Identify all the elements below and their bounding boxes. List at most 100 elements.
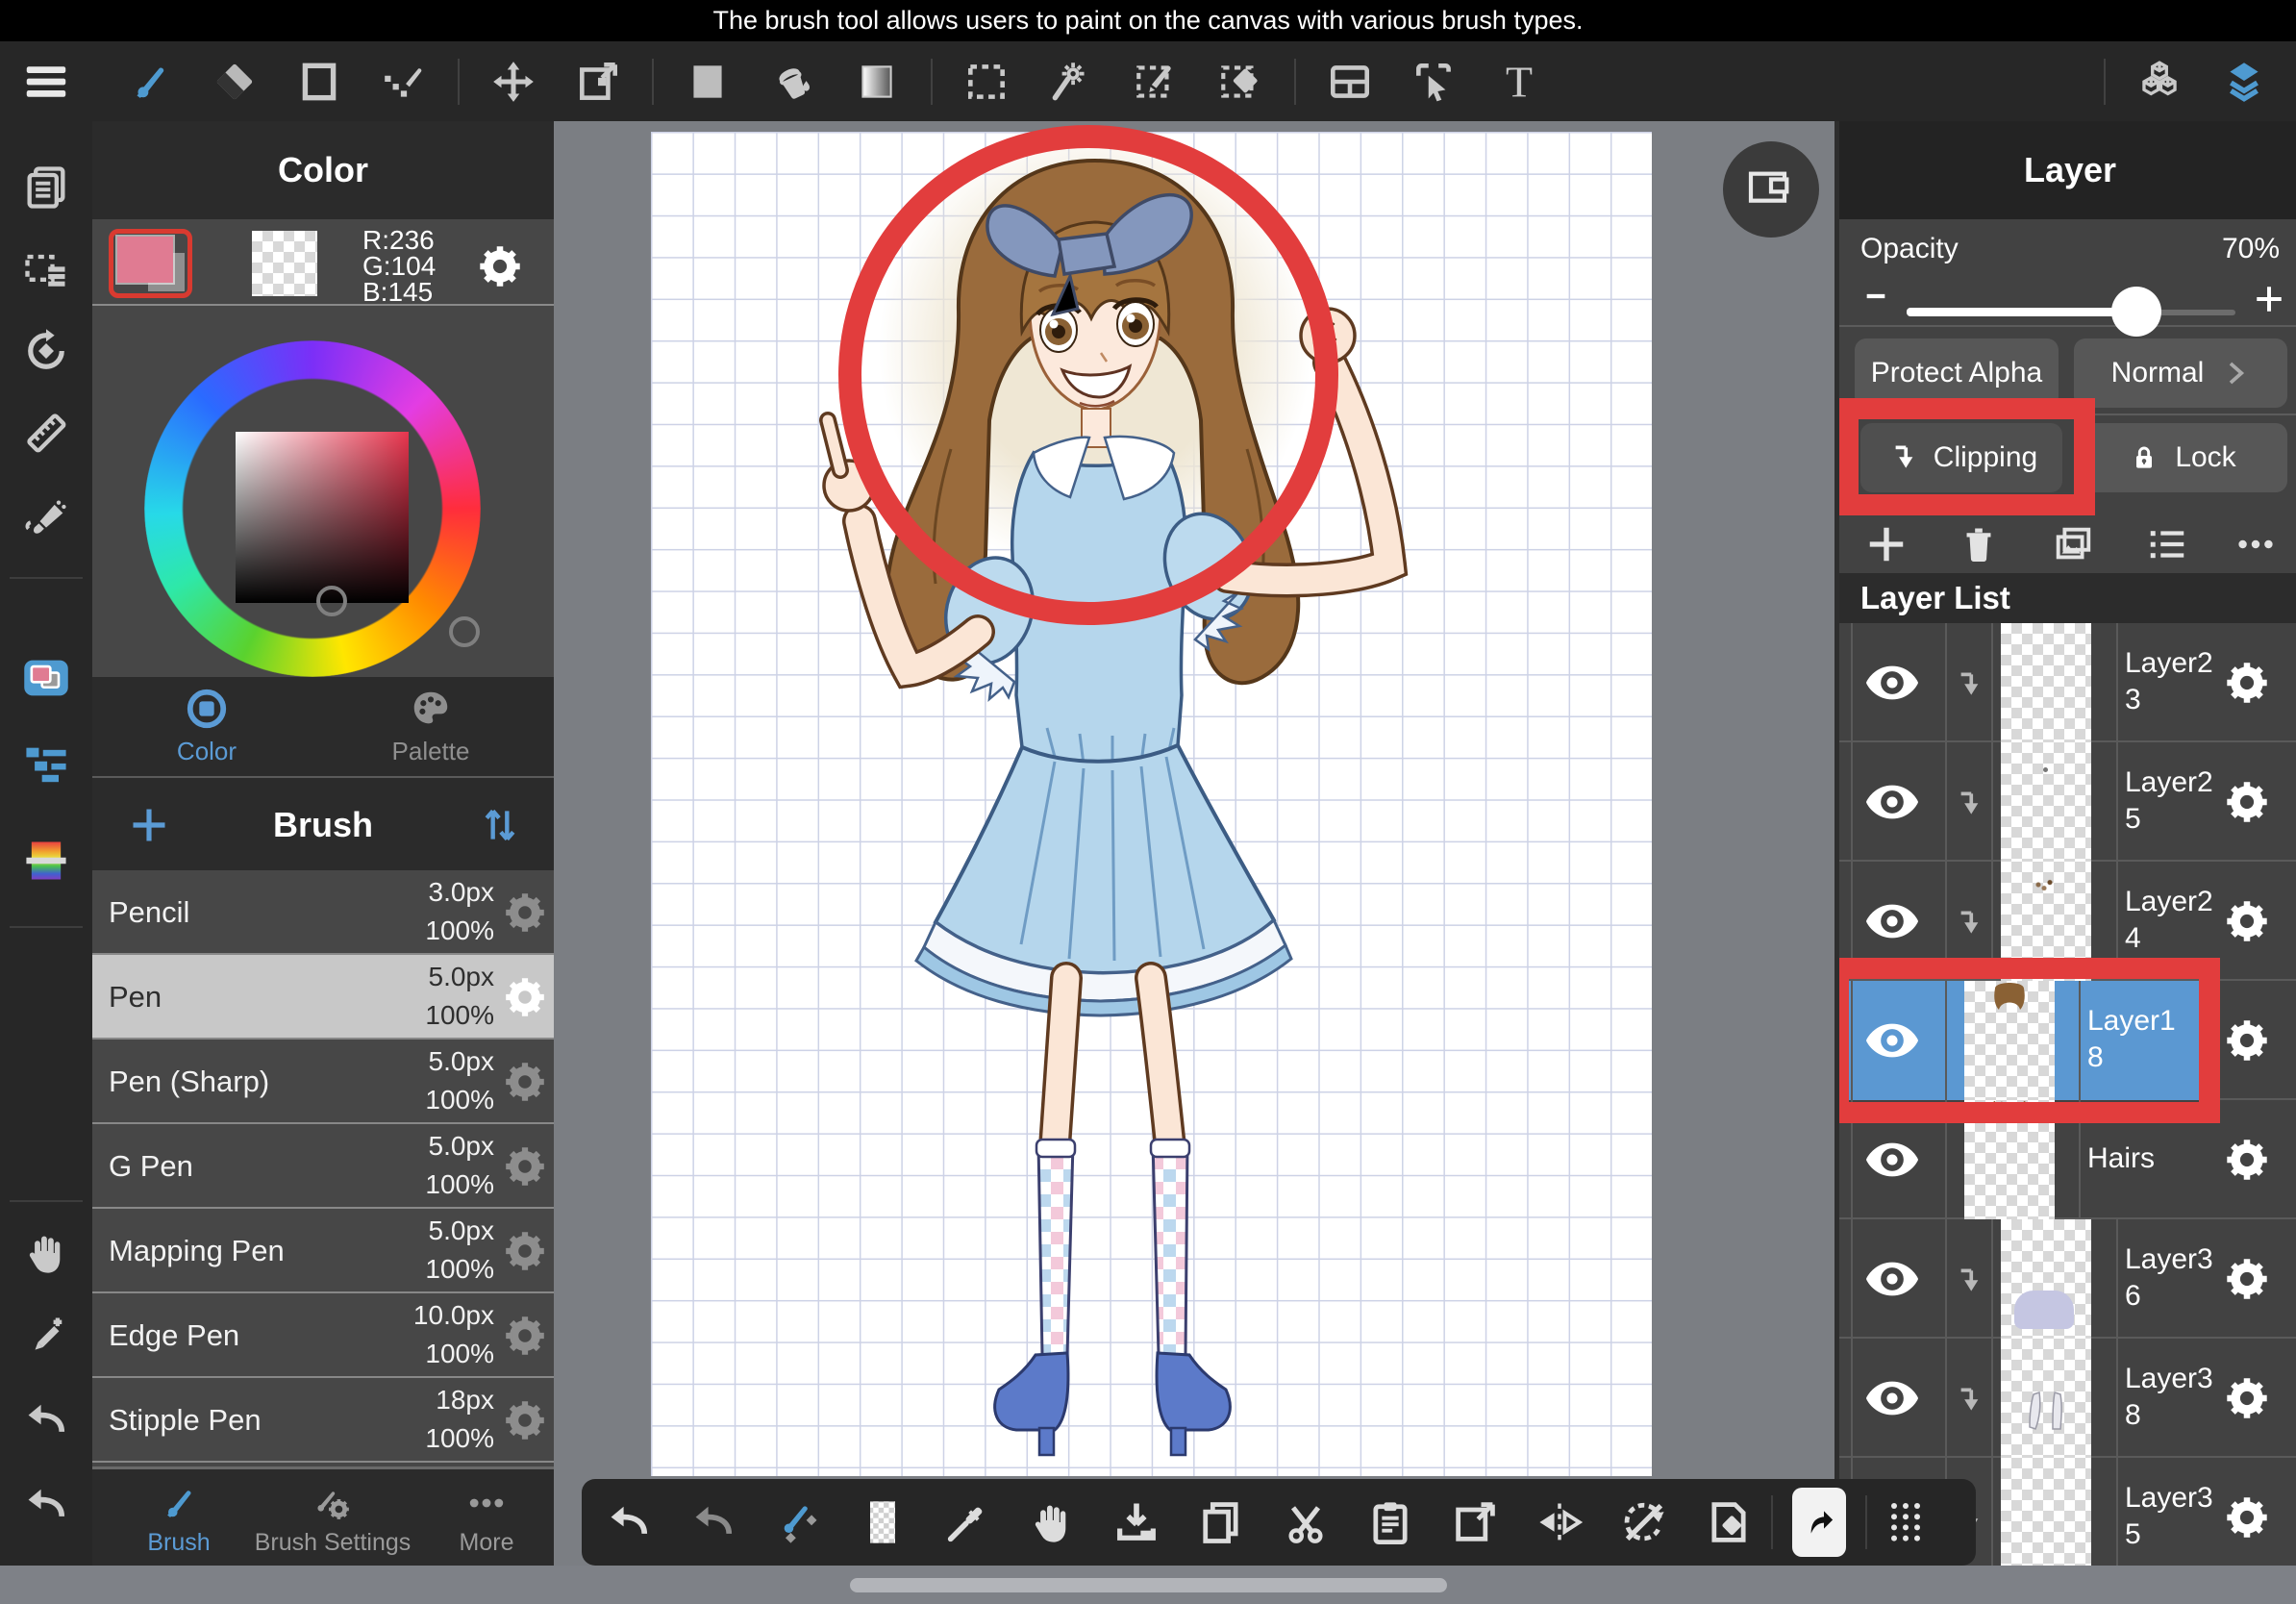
layer-settings-gear-icon[interactable] (2225, 1495, 2269, 1540)
layer-row-layer38[interactable]: Layer38 (1839, 1339, 2296, 1458)
brush-settings-gear-icon[interactable] (504, 1315, 546, 1357)
layer-visibility-eye-icon[interactable] (1864, 1251, 1920, 1307)
eyedropper-button[interactable] (925, 1491, 1010, 1553)
opacity-plus-icon[interactable] (2253, 283, 2285, 315)
material-cubes[interactable] (2117, 53, 2202, 111)
mirror-button[interactable] (1517, 1491, 1602, 1553)
brush-settings-gear-icon[interactable] (504, 1145, 546, 1188)
layer-settings-gear-icon[interactable] (2225, 899, 2269, 943)
tab-brush[interactable]: Brush (97, 1469, 261, 1566)
sampler-pen-icon[interactable] (21, 1312, 71, 1362)
layer-thumbnail[interactable] (2001, 1339, 2091, 1458)
transparent-color-swatch[interactable] (252, 231, 317, 296)
layer-thumbnail[interactable] (2001, 1219, 2091, 1339)
sort-brushes-icon[interactable] (479, 804, 521, 846)
text-tool[interactable]: T (1477, 53, 1561, 111)
brush-row-stipple-pen[interactable]: Stipple Pen18px100% (92, 1378, 554, 1463)
trash-icon[interactable] (1957, 522, 2001, 566)
layer-thumbnail[interactable] (2001, 623, 2091, 742)
hand-tool-button[interactable] (1010, 1491, 1094, 1553)
scissors-button[interactable] (1263, 1491, 1348, 1553)
rainbow-icon[interactable] (21, 836, 71, 886)
duplicate-image-icon[interactable] (2051, 522, 2095, 566)
tab-more[interactable]: More (405, 1469, 554, 1566)
sv-marker[interactable] (316, 586, 347, 616)
opacity-slider-knob[interactable] (2111, 287, 2161, 337)
brush-settings-gear-icon[interactable] (504, 1061, 546, 1103)
select-cursor-tool[interactable] (1392, 53, 1477, 111)
brush-row-mapping-pen[interactable]: Mapping Pen5.0px100% (92, 1209, 554, 1293)
material-list-icon[interactable] (21, 739, 71, 789)
layers-panel[interactable] (2202, 53, 2286, 111)
select-pen-tool[interactable] (1113, 53, 1198, 111)
brush-tool[interactable] (108, 53, 192, 111)
move-tool[interactable] (471, 53, 556, 111)
redo-dim-button[interactable] (671, 1491, 756, 1553)
pages-icon[interactable] (21, 163, 71, 213)
ellipsis-icon[interactable] (2234, 522, 2278, 566)
layer-settings-gear-icon[interactable] (2225, 661, 2269, 705)
layer-visibility-eye-icon[interactable] (1864, 893, 1920, 949)
add-brush-icon[interactable] (128, 804, 170, 846)
transform-tool[interactable] (556, 53, 640, 111)
nav-arrow-button[interactable] (1792, 1488, 1846, 1557)
color-wheel[interactable] (92, 306, 554, 677)
clipboard-button[interactable] (1348, 1491, 1433, 1553)
select-eraser-tool[interactable] (1198, 53, 1283, 111)
horizontal-scrollbar[interactable] (850, 1578, 1447, 1592)
blend-mode-button[interactable]: Normal (2074, 338, 2287, 408)
brush-settings-gear-icon[interactable] (504, 1399, 546, 1441)
magic-wand-tool[interactable] (1029, 53, 1113, 111)
brush-row-pen-sharp-[interactable]: Pen (Sharp)5.0px100% (92, 1040, 554, 1124)
checker-swatch-button[interactable] (840, 1491, 925, 1553)
tab-color[interactable]: Color (130, 677, 284, 776)
redo-icon[interactable] (21, 1395, 71, 1445)
layer-settings-gear-icon[interactable] (2225, 1138, 2269, 1182)
hue-marker[interactable] (449, 616, 480, 647)
menu-icon[interactable] (13, 56, 79, 108)
rotate-off-button[interactable] (1602, 1491, 1686, 1553)
panel-layout-tool[interactable] (1308, 53, 1392, 111)
layer-visibility-eye-icon[interactable] (1864, 1132, 1920, 1188)
color-settings-icon[interactable] (478, 244, 522, 288)
ruler-icon[interactable] (21, 408, 71, 458)
layer-settings-gear-icon[interactable] (2225, 1257, 2269, 1301)
undo-button[interactable] (586, 1491, 671, 1553)
gradient-tool[interactable] (835, 53, 919, 111)
brush-diamonds-button[interactable] (756, 1491, 840, 1553)
shape-tool[interactable] (277, 53, 362, 111)
airbrush-icon[interactable] (21, 494, 71, 544)
foreground-color-swatch[interactable] (109, 229, 192, 298)
hand-tool-icon[interactable] (21, 1228, 71, 1278)
select-rect-tool[interactable] (944, 53, 1029, 111)
erase-page-button[interactable] (1686, 1491, 1771, 1553)
bucket-tool[interactable] (750, 53, 835, 111)
rotate-canvas-icon[interactable] (21, 326, 71, 376)
fill-square-tool[interactable] (665, 53, 750, 111)
layer-settings-gear-icon[interactable] (2225, 1018, 2269, 1063)
layer-settings-gear-icon[interactable] (2225, 780, 2269, 824)
layer-visibility-eye-icon[interactable] (1864, 655, 1920, 711)
undo-icon[interactable] (21, 1480, 71, 1530)
brush-row-pencil[interactable]: Pencil3.0px100% (92, 870, 554, 955)
brush-row-pen[interactable]: Pen5.0px100% (92, 955, 554, 1040)
tab-palette[interactable]: Palette (354, 677, 508, 776)
layer-visibility-eye-icon[interactable] (1864, 774, 1920, 830)
canvas-area[interactable] (554, 121, 1835, 1566)
plus-icon[interactable] (1864, 522, 1909, 566)
layer-row-layer23[interactable]: Layer23 (1839, 623, 2296, 742)
export-button[interactable] (1433, 1491, 1517, 1553)
list-icon[interactable] (2145, 522, 2189, 566)
dots-grid-button[interactable] (1879, 1491, 1933, 1553)
eraser-tool[interactable] (192, 53, 277, 111)
download-button[interactable] (1094, 1491, 1179, 1553)
brush-row-edge-pen[interactable]: Edge Pen10.0px100% (92, 1293, 554, 1378)
navigator-button[interactable] (1723, 141, 1819, 238)
layer-thumbnail[interactable] (2001, 1458, 2091, 1566)
layer-visibility-eye-icon[interactable] (1864, 1370, 1920, 1426)
brush-settings-gear-icon[interactable] (504, 1230, 546, 1272)
brush-settings-gear-icon[interactable] (504, 891, 546, 934)
brush-settings-gear-icon[interactable] (504, 976, 546, 1018)
color-swatch-icon[interactable] (21, 653, 71, 703)
copy-button[interactable] (1179, 1491, 1263, 1553)
